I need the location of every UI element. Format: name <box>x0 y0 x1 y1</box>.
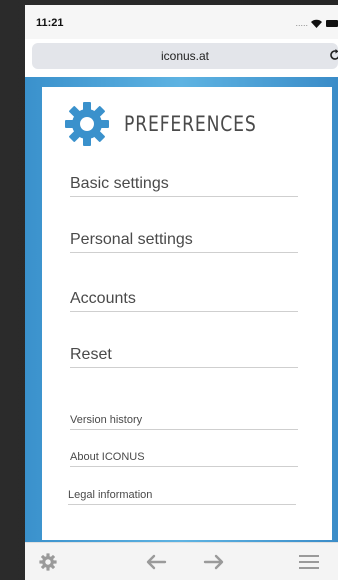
gear-icon[interactable] <box>39 553 57 571</box>
menu-item-label: Legal information <box>68 489 153 501</box>
reload-icon[interactable] <box>328 48 338 62</box>
menu-item-basic-settings[interactable]: Basic settings <box>70 173 298 197</box>
forward-arrow-icon[interactable] <box>203 553 225 571</box>
signal-dots: ..... <box>295 18 308 28</box>
menu-item-personal-settings[interactable]: Personal settings <box>70 229 298 253</box>
bottom-toolbar <box>25 542 338 580</box>
url-bar[interactable]: iconus.at <box>32 43 338 69</box>
menu-item-about[interactable]: About ICONUS <box>70 451 298 467</box>
page-title: PREFERENCES <box>124 112 257 136</box>
back-arrow-icon[interactable] <box>145 553 167 571</box>
battery-icon <box>326 19 338 27</box>
url-text: iconus.at <box>160 49 210 63</box>
menu-item-reset[interactable]: Reset <box>70 344 298 368</box>
status-icons: ..... <box>295 18 338 28</box>
menu-item-label: Accounts <box>70 290 136 307</box>
gear-icon <box>65 102 109 146</box>
phone-screen: 11:21 ..... iconus.at PREFERENCES Basic … <box>25 5 338 580</box>
menu-item-label: Version history <box>70 414 143 426</box>
menu-item-label: Basic settings <box>70 175 169 192</box>
menu-item-accounts[interactable]: Accounts <box>70 288 298 312</box>
preferences-panel: PREFERENCES Basic settings Personal sett… <box>42 87 332 540</box>
menu-item-legal-information[interactable]: Legal information <box>68 489 296 505</box>
status-time: 11:21 <box>36 17 64 29</box>
menu-item-label: About ICONUS <box>70 451 145 463</box>
menu-item-version-history[interactable]: Version history <box>70 414 298 430</box>
status-bar: 11:21 ..... <box>25 5 338 39</box>
wifi-icon <box>311 19 322 28</box>
menu-item-label: Personal settings <box>70 231 193 248</box>
hamburger-menu-icon[interactable] <box>299 555 319 569</box>
menu-item-label: Reset <box>70 346 112 363</box>
page-header: PREFERENCES <box>64 101 286 147</box>
